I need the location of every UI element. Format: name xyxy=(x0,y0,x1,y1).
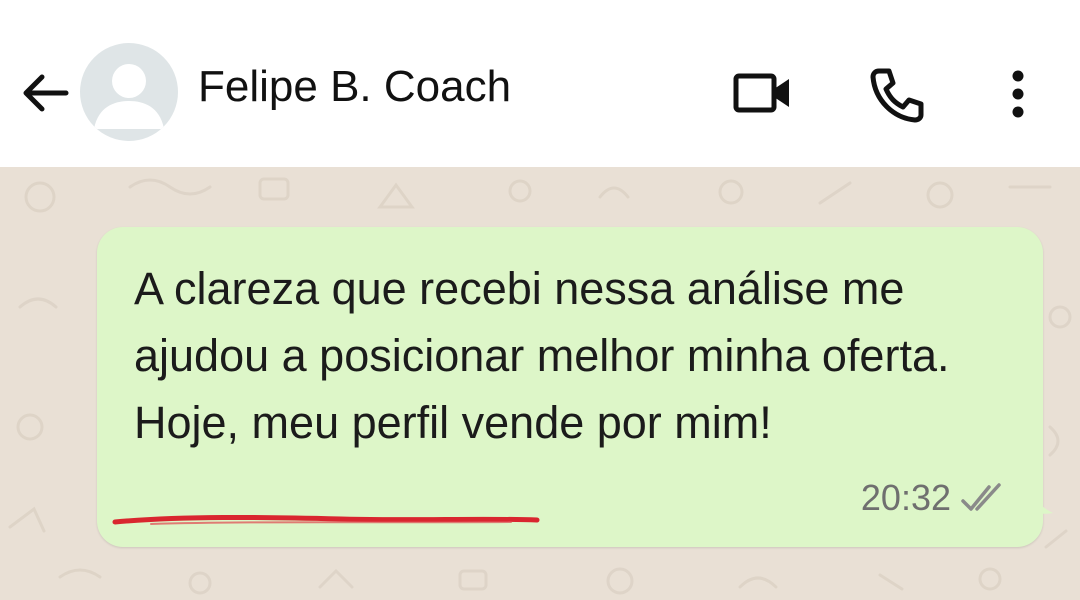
chat-area[interactable]: A clareza que recebi nessa análise me aj… xyxy=(0,167,1080,600)
message-text: A clareza que recebi nessa análise me aj… xyxy=(134,263,950,448)
bubble-tail xyxy=(1025,479,1053,514)
more-options-button[interactable] xyxy=(1000,64,1036,124)
red-underline-annotation xyxy=(112,514,540,525)
voice-call-button[interactable] xyxy=(866,64,928,124)
double-check-icon xyxy=(961,483,1001,511)
default-avatar-icon xyxy=(94,64,164,129)
message-meta: 20:32 xyxy=(861,477,1007,519)
back-button[interactable] xyxy=(18,68,72,118)
chat-header: Felipe B. Coach xyxy=(0,0,1080,167)
avatar[interactable] xyxy=(80,43,178,141)
video-camera-icon xyxy=(733,73,789,113)
arrow-left-icon xyxy=(23,74,69,112)
more-vertical-icon xyxy=(1012,70,1024,118)
video-call-button[interactable] xyxy=(728,66,798,122)
message-bubble[interactable]: A clareza que recebi nessa análise me aj… xyxy=(97,227,1043,547)
message-time: 20:32 xyxy=(860,477,951,518)
contact-name[interactable]: Felipe B. Coach xyxy=(198,62,511,112)
phone-icon xyxy=(870,68,924,123)
